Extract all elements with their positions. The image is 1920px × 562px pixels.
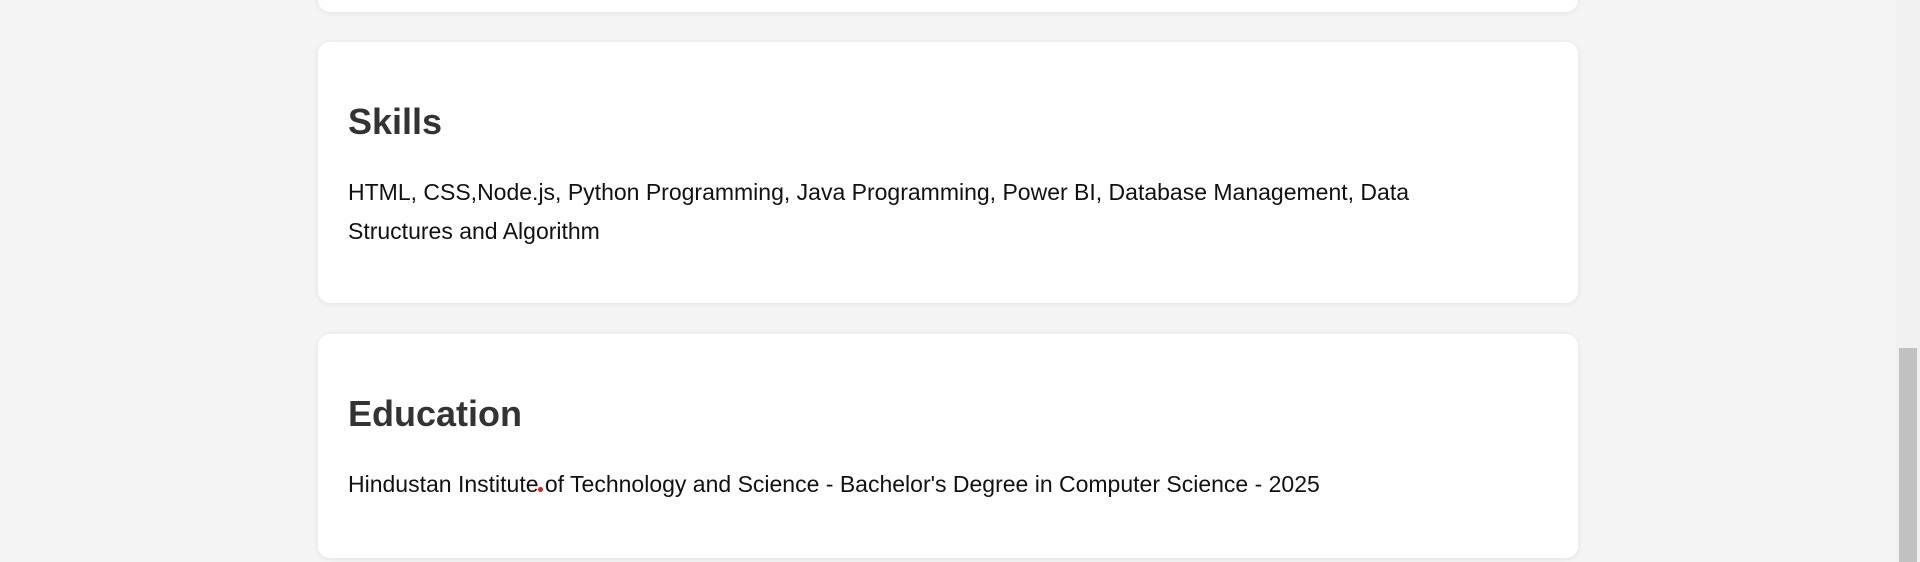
skills-text: HTML, CSS,Node.js, Python Programming, J… [348, 179, 1410, 244]
previous-section-card [318, 0, 1578, 12]
skills-heading: Skills [348, 101, 443, 142]
scrollbar-thumb[interactable] [1899, 348, 1917, 562]
vertical-scrollbar[interactable] [1896, 0, 1920, 562]
education-heading: Education [348, 393, 523, 434]
skills-card: Skills HTML, CSS,Node.js, Python Program… [318, 42, 1578, 303]
mouse-cursor-icon [538, 487, 543, 492]
education-card: Education Hindustan Institute of Technol… [318, 334, 1578, 558]
education-text: Hindustan Institute of Technology and Sc… [348, 471, 1320, 497]
page-viewport: Skills HTML, CSS,Node.js, Python Program… [0, 0, 1920, 562]
